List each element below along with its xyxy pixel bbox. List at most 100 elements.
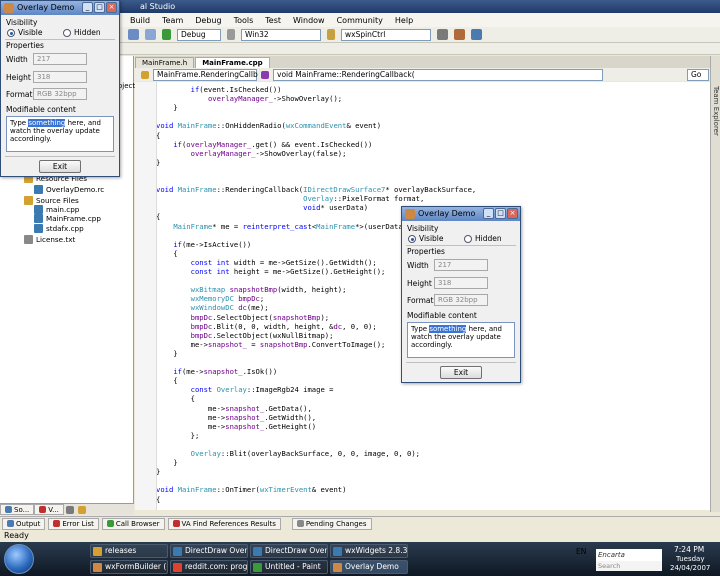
maximize-icon[interactable]: □ <box>495 208 506 219</box>
taskbar-button[interactable]: releases <box>90 544 168 558</box>
tab-solution[interactable]: So... <box>0 504 35 515</box>
exit-button[interactable]: Exit <box>440 366 482 379</box>
scope-combo[interactable]: MainFrame.RenderingCallb <box>153 68 258 81</box>
taskbar-button[interactable]: DirectDraw Overl... <box>250 544 328 558</box>
code-line: { <box>156 376 178 386</box>
code-line: me->snapshot_.GetData(), <box>156 403 312 413</box>
taskbar-button[interactable]: DirectDraw Overla... <box>170 544 248 558</box>
taskbar-button[interactable]: Overlay Demo <box>330 560 408 574</box>
output-tab-label: Output <box>16 519 41 528</box>
minimize-icon[interactable]: _ <box>483 208 494 219</box>
team-explorer-strip[interactable]: Team Explorer <box>710 56 720 512</box>
divider <box>5 156 115 157</box>
config-combo[interactable]: Debug <box>177 28 221 41</box>
tab-output[interactable]: Output <box>2 517 46 530</box>
start-button[interactable] <box>4 544 34 574</box>
menu-team[interactable]: Team <box>162 16 183 25</box>
close-icon[interactable]: × <box>507 208 518 219</box>
tab-va-find-references-results[interactable]: VA Find References Results <box>167 517 281 530</box>
tab-va[interactable]: V... <box>34 504 64 515</box>
member-combo[interactable]: void MainFrame::RenderingCallback( <box>273 68 603 81</box>
tree-item[interactable]: main.cpp <box>34 205 79 214</box>
tree-item[interactable]: License.txt <box>24 235 75 244</box>
dialog-title-bar[interactable]: Overlay Demo _ □ × <box>402 207 520 221</box>
code-line: if(event.IsChecked()) <box>190 85 282 94</box>
class-view-icon[interactable] <box>77 506 86 514</box>
platform-combo[interactable]: Win32 <box>241 28 321 41</box>
tree-item-label: stdafx.cpp <box>46 224 84 233</box>
format-label: Format <box>407 296 434 305</box>
method-icon <box>261 70 269 79</box>
text-part: Type <box>10 119 29 127</box>
code-line: bmpDc.SelectObject(wxNullBitmap); <box>190 330 334 340</box>
format-field: RGB 32bpp <box>434 294 488 306</box>
redo-icon[interactable] <box>145 29 156 40</box>
tab-mainframe-cpp[interactable]: MainFrame.cpp <box>195 57 270 68</box>
code-line: me->snapshot_.GetHeight() <box>156 421 317 431</box>
dialog-title: Overlay Demo <box>17 3 75 12</box>
menu-debug[interactable]: Debug <box>195 16 221 25</box>
tree-item[interactable]: OverlayDemo.rc <box>34 185 104 194</box>
prop-tab-icon[interactable] <box>65 506 74 514</box>
taskbar-button[interactable]: wxFormBuilder (B... <box>90 560 168 574</box>
content-textarea[interactable]: Type something here, and watch the overl… <box>6 116 114 152</box>
tree-item[interactable]: stdafx.cpp <box>34 224 84 233</box>
dialog-title-bar[interactable]: Overlay Demo _ □ × <box>1 1 119 15</box>
code-line: void MainFrame::RenderingCallback(IDirec… <box>156 185 477 195</box>
toolbox-icon[interactable] <box>454 29 465 40</box>
menu-community[interactable]: Community <box>337 16 383 25</box>
radio-checked-icon <box>7 28 15 37</box>
find-combo[interactable]: wxSpinCtrl <box>341 28 431 41</box>
tab-pending-changes[interactable]: Pending Changes <box>291 517 372 530</box>
language-indicator[interactable]: EN <box>576 547 586 556</box>
width-field: 217 <box>33 53 87 65</box>
app-icon <box>405 209 415 219</box>
go-button[interactable]: Go <box>687 68 709 81</box>
tree-item[interactable]: Source Files <box>24 196 79 205</box>
visibility-label: Visibility <box>6 18 38 27</box>
tab-error-list[interactable]: Error List <box>48 517 99 530</box>
content-textarea[interactable]: Type something here, and watch the overl… <box>407 322 515 358</box>
width-label: Width <box>407 261 429 270</box>
hidden-radio[interactable]: Hidden <box>464 234 502 243</box>
menu-tools[interactable]: Tools <box>234 16 254 25</box>
encarta-search-input[interactable]: Search <box>596 561 662 571</box>
start-debug-icon[interactable] <box>162 29 171 40</box>
undo-icon[interactable] <box>128 29 139 40</box>
divider <box>5 39 115 40</box>
solution-explorer-icon[interactable] <box>471 29 482 40</box>
selected-text: something <box>429 325 467 333</box>
taskbar-button[interactable]: Untitled - Paint <box>250 560 328 574</box>
menu-build[interactable]: Build <box>130 16 150 25</box>
app-icon <box>333 563 342 572</box>
tab-mainframe-h[interactable]: MainFrame.h <box>135 57 195 68</box>
taskbar-button[interactable]: reddit.com: progr... <box>170 560 248 574</box>
code-line: wxBitmap snapshotBmp(width, height); <box>190 285 347 295</box>
tree-item[interactable]: MainFrame.cpp <box>34 214 101 223</box>
clock-date: 24/04/2007 <box>670 564 711 572</box>
menu-test[interactable]: Test <box>265 16 281 25</box>
taskbar-button[interactable]: wxWidgets 2.8.3:... <box>330 544 408 558</box>
code-line: const int width = me->GetSize().GetWidth… <box>190 257 377 267</box>
folder-icon <box>24 196 33 205</box>
code-line: } <box>156 348 178 358</box>
close-icon[interactable]: × <box>106 2 117 13</box>
minimize-icon[interactable]: _ <box>82 2 93 13</box>
visible-radio[interactable]: Visible <box>408 234 444 243</box>
menu-help[interactable]: Help <box>395 16 413 25</box>
encarta-brand: Encarta <box>596 549 662 561</box>
app-icon <box>173 547 182 556</box>
code-line: MainFrame* me = reinterpret_cast<MainFra… <box>173 221 412 231</box>
exit-button[interactable]: Exit <box>39 160 81 173</box>
hidden-radio-label: Hidden <box>475 234 502 243</box>
app-icon <box>4 3 14 13</box>
hidden-radio[interactable]: Hidden <box>63 28 101 37</box>
tab-call-browser[interactable]: Call Browser <box>101 517 165 530</box>
menu-window[interactable]: Window <box>293 16 325 25</box>
visible-radio[interactable]: Visible <box>7 28 43 37</box>
properties-icon[interactable] <box>437 29 448 40</box>
vs-toolbar: Debug Win32 wxSpinCtrl <box>120 27 720 43</box>
maximize-icon[interactable]: □ <box>94 2 105 13</box>
app-icon <box>253 563 262 572</box>
code-line: wxMemoryDC bmpDc; <box>190 294 265 304</box>
